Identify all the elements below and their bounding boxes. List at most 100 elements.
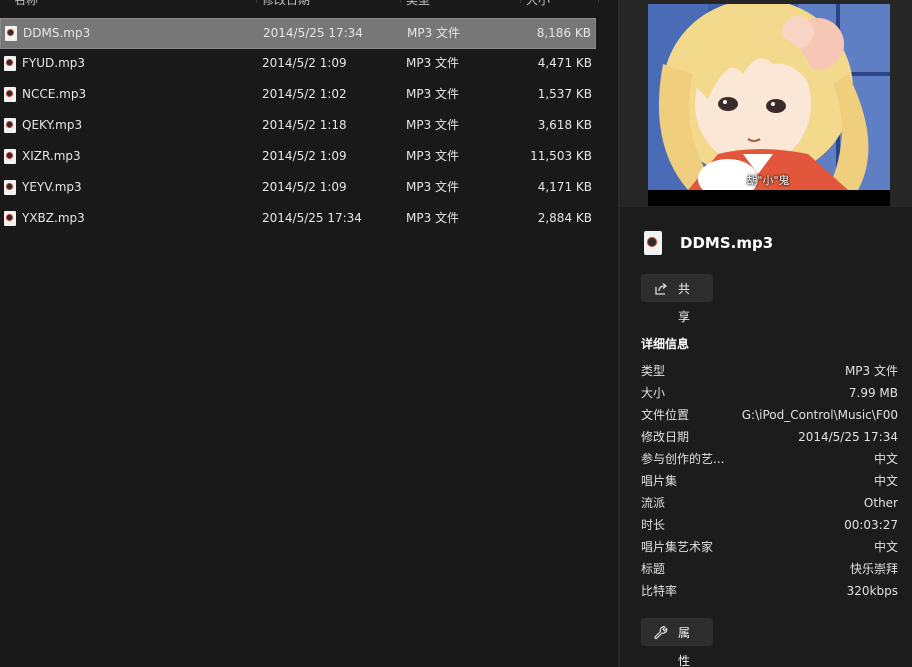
file-date: 2014/5/2 1:09 <box>262 180 347 194</box>
info-row: 文件位置 G:\iPod_Control\Music\F00 <box>641 404 898 426</box>
info-value: 中文 <box>873 540 898 554</box>
details-section-title: 详细信息 <box>641 337 690 351</box>
file-size: 4,171 KB <box>537 180 592 194</box>
file-size: 4,471 KB <box>537 56 592 70</box>
column-size[interactable]: 大小 <box>526 0 550 8</box>
info-row: 类型 MP3 文件 <box>641 360 898 382</box>
album-art-preview: 胡"小"鬼 <box>648 4 890 206</box>
info-value: 00:03:27 <box>844 518 898 532</box>
file-type: MP3 文件 <box>406 118 460 132</box>
file-date: 2014/5/25 17:34 <box>262 211 362 225</box>
info-key: 类型 <box>641 364 666 378</box>
file-date: 2014/5/25 17:34 <box>263 26 363 40</box>
details-file-name: DDMS.mp3 <box>680 234 774 252</box>
share-icon <box>655 283 668 295</box>
file-row[interactable]: QEKY.mp3 2014/5/2 1:18 MP3 文件 3,618 KB <box>0 111 596 142</box>
column-header: 名称 修改日期 类型 大小 <box>0 0 600 11</box>
info-row: 参与创作的艺... 中文 <box>641 448 898 470</box>
info-key: 流派 <box>641 496 666 510</box>
file-row[interactable]: YEYV.mp3 2014/5/2 1:09 MP3 文件 4,171 KB <box>0 173 596 204</box>
audio-file-icon <box>644 231 662 255</box>
info-value[interactable]: G:\iPod_Control\Music\F00 <box>742 404 898 426</box>
file-date: 2014/5/2 1:09 <box>262 56 347 70</box>
properties-button[interactable]: 属性 <box>641 618 713 667</box>
file-type: MP3 文件 <box>406 149 460 163</box>
file-size: 11,503 KB <box>530 149 592 163</box>
info-key: 时长 <box>641 518 666 532</box>
info-key: 比特率 <box>641 584 678 598</box>
info-row: 修改日期 2014/5/25 17:34 <box>641 426 898 448</box>
column-separator[interactable] <box>520 0 521 3</box>
info-value: 7.99 MB <box>848 386 898 400</box>
info-key: 唱片集 <box>641 474 678 488</box>
info-row: 唱片集艺术家 中文 <box>641 536 898 558</box>
column-type[interactable]: 类型 <box>406 0 430 8</box>
file-name: FYUD.mp3 <box>22 56 86 70</box>
info-key: 文件位置 <box>641 408 690 422</box>
file-size: 8,186 KB <box>536 26 591 40</box>
details-info-list: 类型 MP3 文件 大小 7.99 MB 文件位置 G:\iPod_Contro… <box>641 360 898 602</box>
file-type: MP3 文件 <box>406 211 460 225</box>
info-value: 中文 <box>873 474 898 488</box>
file-list-pane: 名称 修改日期 类型 大小 DDMS.mp3 2014/5/25 17:34 M… <box>0 0 618 667</box>
info-key: 唱片集艺术家 <box>641 540 714 554</box>
info-value: 快乐崇拜 <box>849 562 898 576</box>
preview-area: 胡"小"鬼 <box>620 0 912 207</box>
file-date: 2014/5/2 1:02 <box>262 87 347 101</box>
info-row: 大小 7.99 MB <box>641 382 898 404</box>
info-value: 2014/5/25 17:34 <box>798 430 898 444</box>
info-key: 大小 <box>641 386 666 400</box>
info-value: Other <box>863 496 898 510</box>
column-separator[interactable] <box>256 0 257 3</box>
column-name[interactable]: 名称 <box>14 0 38 8</box>
audio-file-icon <box>4 118 16 133</box>
file-name: YEYV.mp3 <box>22 180 82 194</box>
info-row: 流派 Other <box>641 492 898 514</box>
file-row[interactable]: XIZR.mp3 2014/5/2 1:09 MP3 文件 11,503 KB <box>0 142 596 173</box>
column-date[interactable]: 修改日期 <box>262 0 310 8</box>
file-rows: DDMS.mp3 2014/5/25 17:34 MP3 文件 8,186 KB… <box>0 18 618 235</box>
file-row[interactable]: DDMS.mp3 2014/5/25 17:34 MP3 文件 8,186 KB <box>0 18 596 49</box>
audio-file-icon <box>4 180 16 195</box>
info-value: 320kbps <box>846 584 898 598</box>
info-row: 标题 快乐崇拜 <box>641 558 898 580</box>
file-name: DDMS.mp3 <box>23 26 91 40</box>
file-row[interactable]: NCCE.mp3 2014/5/2 1:02 MP3 文件 1,537 KB <box>0 80 596 111</box>
info-key: 标题 <box>641 562 666 576</box>
file-type: MP3 文件 <box>406 56 460 70</box>
file-row[interactable]: YXBZ.mp3 2014/5/25 17:34 MP3 文件 2,884 KB <box>0 204 596 235</box>
audio-file-icon <box>4 211 16 226</box>
file-date: 2014/5/2 1:18 <box>262 118 347 132</box>
info-row: 比特率 320kbps <box>641 580 898 602</box>
file-size: 1,537 KB <box>537 87 592 101</box>
share-button[interactable]: 共享 <box>641 274 713 324</box>
audio-file-icon <box>4 56 16 71</box>
wrench-icon <box>654 626 668 640</box>
file-type: MP3 文件 <box>406 87 460 101</box>
file-name: QEKY.mp3 <box>22 118 83 132</box>
file-row[interactable]: FYUD.mp3 2014/5/2 1:09 MP3 文件 4,471 KB <box>0 49 596 80</box>
audio-file-icon <box>5 26 17 41</box>
properties-label: 属性 <box>678 626 691 667</box>
file-type: MP3 文件 <box>407 26 461 40</box>
file-name: YXBZ.mp3 <box>22 211 85 225</box>
audio-file-icon <box>4 149 16 164</box>
file-date: 2014/5/2 1:09 <box>262 149 347 163</box>
column-separator[interactable] <box>400 0 401 3</box>
file-size: 2,884 KB <box>537 211 592 225</box>
share-label: 共享 <box>678 282 691 324</box>
info-key: 修改日期 <box>641 430 690 444</box>
info-row: 唱片集 中文 <box>641 470 898 492</box>
preview-caption: 胡"小"鬼 <box>746 174 790 187</box>
info-value: MP3 文件 <box>844 364 898 378</box>
column-separator[interactable] <box>598 0 599 3</box>
file-size: 3,618 KB <box>537 118 592 132</box>
file-name: NCCE.mp3 <box>22 87 87 101</box>
info-key: 参与创作的艺... <box>641 452 725 466</box>
file-type: MP3 文件 <box>406 180 460 194</box>
audio-file-icon <box>4 87 16 102</box>
file-name: XIZR.mp3 <box>22 149 81 163</box>
info-value: 中文 <box>873 452 898 466</box>
info-row: 时长 00:03:27 <box>641 514 898 536</box>
details-pane: 胡"小"鬼 DDMS.mp3 共享 详细信息 类型 MP3 文件 大小 7.99… <box>620 0 912 667</box>
